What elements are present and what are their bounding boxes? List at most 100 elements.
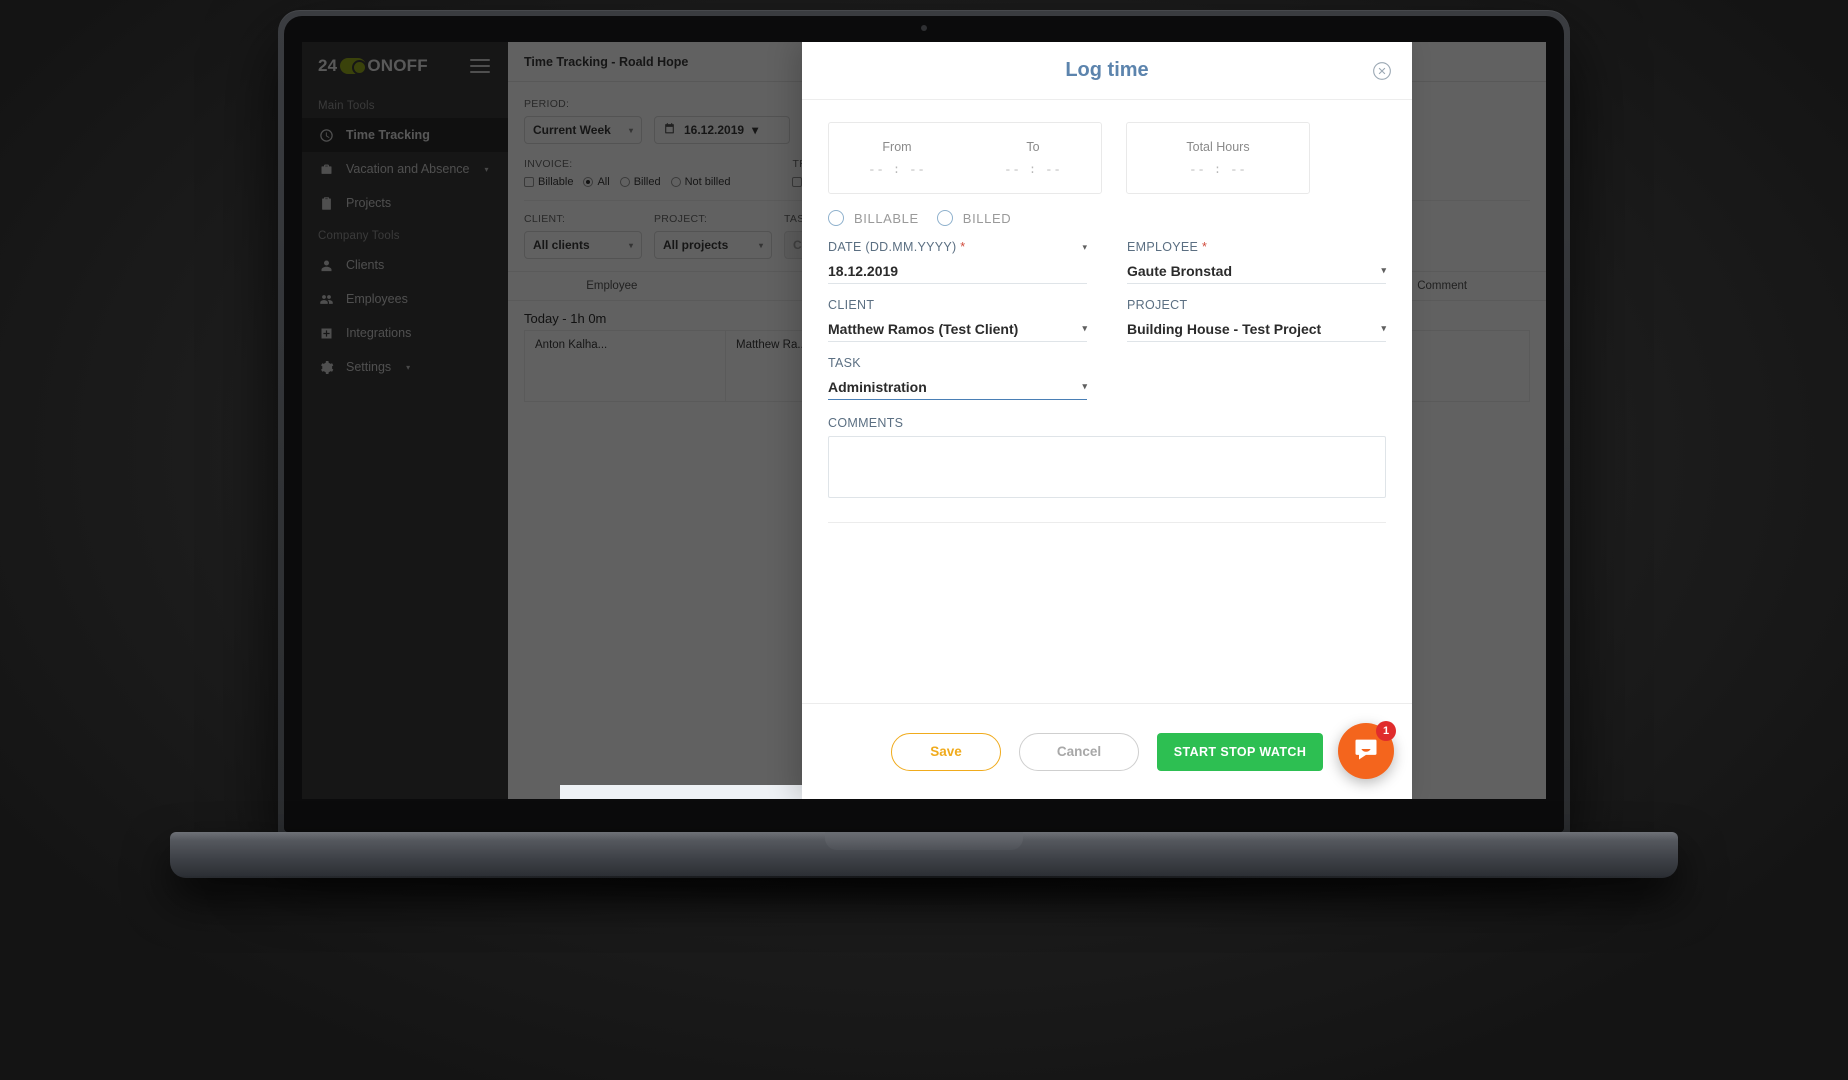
from-time-group[interactable]: From -- : -- — [829, 123, 965, 193]
date-value: 18.12.2019 — [828, 262, 899, 279]
modal-body: From -- : -- To -- : -- Total Hours --:… — [802, 100, 1412, 703]
total-hours-card[interactable]: Total Hours -- : -- — [1126, 122, 1310, 194]
save-button[interactable]: Save — [891, 732, 1001, 771]
radio-billable[interactable]: BILLABLE — [828, 210, 919, 226]
option-billed[interactable]: Billed — [619, 176, 661, 188]
time-inputs-row: From -- : -- To -- : -- Total Hours --:… — [828, 122, 1386, 194]
date-field[interactable]: DATE (DD.MM.YYYY) * ▾ 18.12.2019 — [828, 240, 1087, 296]
sidebar-item-projects[interactable]: Projects — [302, 186, 508, 220]
modal-footer: Save Cancel START STOP WATCH — [802, 703, 1412, 799]
column-header: Employee — [586, 280, 638, 292]
calendar-icon — [663, 122, 676, 138]
sidebar-item-employees[interactable]: Employees — [302, 282, 508, 316]
laptop-shadow — [138, 876, 1710, 906]
sidebar-label: Clients — [346, 258, 385, 272]
nav-group-label-company: Company Tools — [318, 230, 400, 242]
modal-header: Log time — [802, 42, 1412, 100]
project-value: Building House - Test Project — [1127, 320, 1322, 337]
billing-radio-group: BILLABLE BILLED — [828, 210, 1386, 226]
laptop-notch — [825, 832, 1023, 850]
chevron-down-icon[interactable]: ▾ — [1082, 242, 1087, 253]
project-select[interactable]: Building House - Test Project ▾ — [1127, 316, 1386, 342]
intercom-badge: 1 — [1376, 721, 1396, 741]
logo-suffix: ONOFF — [367, 56, 428, 75]
period-select[interactable]: Current Week ▾ — [524, 116, 642, 144]
employee-select[interactable]: Gaute Bronstad ▾ — [1127, 258, 1386, 284]
nav-group-label-main: Main Tools — [318, 100, 375, 112]
total-hours-label: Total Hours — [1186, 139, 1250, 154]
radio-icon — [828, 210, 844, 226]
employee-field-label: EMPLOYEE * — [1127, 240, 1208, 254]
date-from-value: 16.12.2019 — [684, 123, 745, 137]
hamburger-icon[interactable] — [470, 55, 490, 77]
cancel-button[interactable]: Cancel — [1019, 732, 1139, 771]
option-billable[interactable]: Billable — [524, 176, 573, 188]
chevron-down-icon: ▾ — [758, 240, 763, 250]
from-label: From — [882, 139, 912, 154]
invoice-label: INVOICE: — [524, 158, 573, 170]
client-filter-value: All clients — [533, 238, 590, 252]
project-filter-select[interactable]: All projects ▾ — [654, 231, 772, 259]
to-label: To — [1026, 139, 1040, 154]
laptop-mockup: 24 ONOFF Main Tools Time Tracking Vacati… — [138, 10, 1710, 906]
app-logo: 24 ONOFF — [318, 56, 428, 76]
close-circle-icon[interactable] — [1372, 61, 1392, 81]
log-time-modal: Log time From -- : -- To --: -- Total H… — [802, 42, 1412, 799]
period-value: Current Week — [533, 123, 611, 137]
sidebar: 24 ONOFF Main Tools Time Tracking Vacati… — [302, 42, 508, 799]
modal-title: Log time — [1065, 59, 1149, 81]
option-label: All — [597, 176, 610, 188]
date-field-label: DATE (DD.MM.YYYY) * — [828, 240, 966, 254]
invoice-options: Billable All Billed Not billed — [524, 176, 730, 188]
chevron-down-icon: ▾ — [1082, 323, 1087, 333]
required-marker: * — [1201, 240, 1208, 254]
client-filter-label: CLIENT: — [524, 213, 566, 225]
chevron-down-icon: ▾ — [628, 240, 633, 250]
task-select[interactable]: Administration ▾ — [828, 374, 1087, 400]
sidebar-item-time-tracking[interactable]: Time Tracking — [302, 118, 508, 152]
total-hours-group[interactable]: Total Hours -- : -- — [1127, 123, 1309, 193]
option-not-billed[interactable]: Not billed — [670, 176, 730, 188]
client-field[interactable]: CLIENT Matthew Ramos (Test Client) ▾ — [828, 298, 1087, 354]
sidebar-item-vacation-and-absence[interactable]: Vacation and Absence ▾ — [302, 152, 508, 186]
sidebar-item-settings[interactable]: Settings ▾ — [302, 350, 508, 384]
client-select[interactable]: Matthew Ramos (Test Client) ▾ — [828, 316, 1087, 342]
from-time-value: -- : -- — [868, 162, 926, 177]
to-time-group[interactable]: To -- : -- — [965, 123, 1101, 193]
option-all[interactable]: All — [583, 176, 610, 188]
clock-icon — [318, 127, 334, 143]
radio-icon — [670, 177, 681, 187]
briefcase-icon — [318, 161, 334, 177]
comments-label: COMMENTS — [828, 416, 904, 430]
modal-separator — [828, 522, 1386, 523]
employee-value: Gaute Bronstad — [1127, 262, 1233, 279]
from-to-time-card[interactable]: From -- : -- To -- : -- — [828, 122, 1102, 194]
chevron-down-icon: ▾ — [484, 164, 489, 174]
client-field-label: CLIENT — [828, 298, 875, 312]
radio-label: BILLABLE — [854, 210, 919, 226]
cell-employee: Anton Kalha... — [524, 330, 725, 402]
client-filter-select[interactable]: All clients ▾ — [524, 231, 642, 259]
sidebar-item-clients[interactable]: Clients — [302, 248, 508, 282]
project-filter-value: All projects — [663, 238, 729, 252]
laptop-base — [170, 832, 1678, 878]
intercom-launcher[interactable]: 1 — [1338, 721, 1396, 779]
logo-prefix: 24 — [318, 56, 338, 75]
employee-field[interactable]: EMPLOYEE * Gaute Bronstad ▾ — [1127, 240, 1386, 296]
gear-icon — [318, 359, 334, 375]
to-time-value: -- : -- — [1004, 162, 1062, 177]
laptop-screen: 24 ONOFF Main Tools Time Tracking Vacati… — [302, 42, 1546, 799]
date-input[interactable]: 18.12.2019 — [828, 258, 1087, 284]
radio-billed[interactable]: BILLED — [936, 210, 1011, 226]
comments-textarea[interactable] — [828, 436, 1386, 498]
project-field[interactable]: PROJECT Building House - Test Project ▾ — [1127, 298, 1386, 354]
start-stop-watch-button[interactable]: START STOP WATCH — [1157, 732, 1323, 771]
client-value: Matthew Ramos (Test Client) — [828, 320, 1019, 337]
sidebar-header: 24 ONOFF — [302, 42, 508, 90]
chevron-down-icon: ▾ — [1381, 323, 1386, 333]
sidebar-item-integrations[interactable]: Integrations — [302, 316, 508, 350]
task-field[interactable]: TASK Administration ▾ — [828, 356, 1087, 412]
chevron-down-icon: ▾ — [752, 123, 759, 137]
sidebar-label: Projects — [346, 196, 392, 210]
date-from-field[interactable]: 16.12.2019 ▾ — [654, 116, 790, 144]
